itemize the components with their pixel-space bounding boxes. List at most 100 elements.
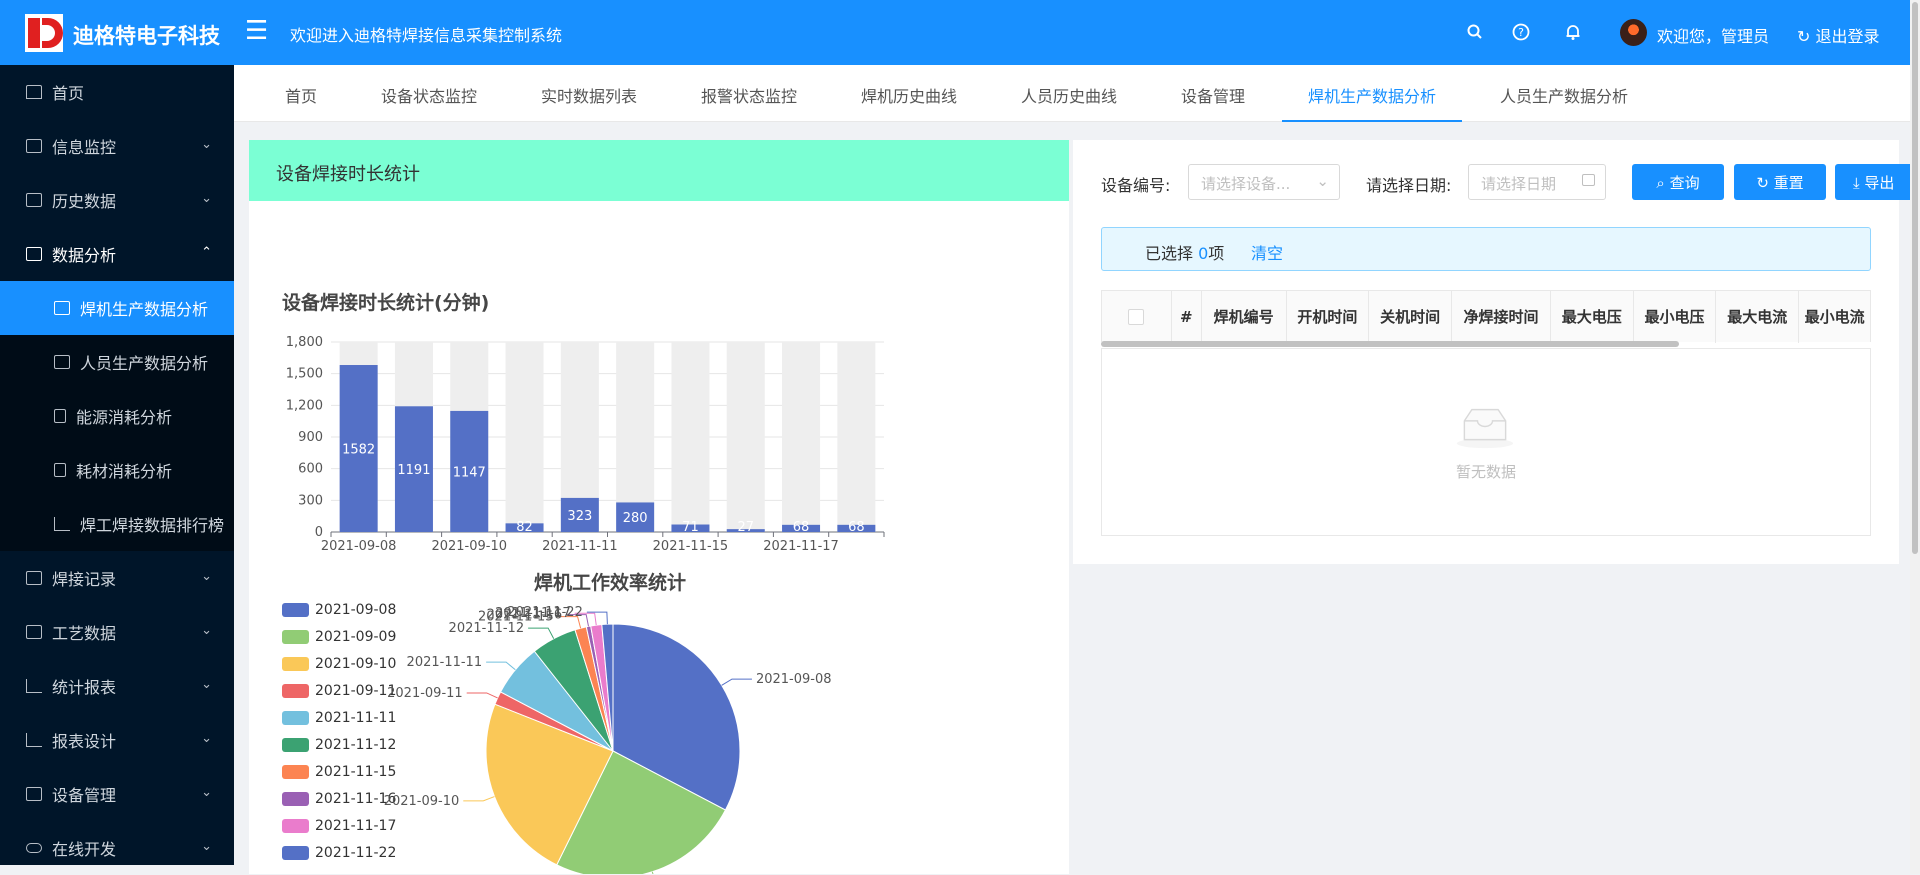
date-placeholder: 请选择日期 — [1481, 175, 1557, 193]
legend-swatch — [282, 765, 309, 779]
menu-fold-icon[interactable]: ☰ — [245, 16, 268, 46]
column-header[interactable]: 关机时间 — [1369, 291, 1453, 343]
info-icon — [1114, 241, 1128, 255]
legend-swatch — [282, 819, 309, 833]
table-horizontal-scrollbar[interactable] — [1101, 341, 1679, 347]
tab-welder-history[interactable]: 焊机历史曲线 — [861, 83, 957, 107]
sidebar-item-label: 能源消耗分析 — [76, 408, 173, 427]
sidebar-item-report-design[interactable]: 报表设计 ⌄ — [0, 713, 234, 767]
help-icon[interactable]: ? — [1509, 20, 1533, 44]
chart-icon — [26, 247, 42, 261]
bar-chart-icon — [54, 517, 70, 531]
sidebar-item-online-dev[interactable]: 在线开发 ⌄ — [0, 821, 234, 875]
logout-button[interactable]: ↻ 退出登录 — [1797, 23, 1880, 47]
clear-selection-link[interactable]: 清空 — [1251, 240, 1283, 264]
sidebar-item-consumables[interactable]: 耗材消耗分析 — [0, 443, 234, 497]
legend-swatch — [282, 846, 309, 860]
bar-value-label: 1147 — [453, 465, 486, 480]
sidebar-item-energy[interactable]: 能源消耗分析 — [0, 389, 234, 443]
avatar[interactable] — [1620, 19, 1647, 46]
pie-chart-title: 焊机工作效率统计 — [534, 571, 686, 594]
legend-label: 2021-09-09 — [315, 629, 396, 645]
chevron-down-icon: ⌄ — [201, 677, 212, 692]
column-header[interactable]: 最小电流 — [1799, 291, 1870, 343]
tab-personnel-history[interactable]: 人员历史曲线 — [1021, 83, 1117, 107]
bar-chart-title: 设备焊接时长统计(分钟) — [282, 291, 489, 314]
home-icon — [26, 85, 42, 99]
select-all-cell — [1102, 291, 1172, 343]
tab-device-manage[interactable]: 设备管理 — [1181, 83, 1245, 107]
sidebar-item-label: 焊接记录 — [52, 570, 117, 589]
page-scrollbar-thumb[interactable] — [1912, 2, 1918, 554]
sidebar-item-info-monitor[interactable]: 信息监控 ⌄ — [0, 119, 234, 173]
sidebar-item-history-data[interactable]: 历史数据 ⌄ — [0, 173, 234, 227]
search-icon: ⌕ — [1656, 174, 1670, 192]
column-header[interactable]: 最大电流 — [1716, 291, 1800, 343]
tab-personnel-production[interactable]: 人员生产数据分析 — [1500, 83, 1628, 107]
bar-background — [782, 342, 821, 532]
legend-label: 2021-09-10 — [315, 656, 396, 672]
select-all-checkbox[interactable] — [1128, 309, 1144, 325]
sidebar-item-statistics[interactable]: 统计报表 ⌄ — [0, 659, 234, 713]
sidebar-item-label: 历史数据 — [52, 192, 117, 211]
sidebar-item-label: 设备管理 — [52, 786, 117, 805]
export-label: 导出 — [1864, 174, 1895, 192]
device-label: 设备编号: — [1101, 176, 1171, 195]
user-greeting[interactable]: 欢迎您，管理员 — [1657, 23, 1769, 47]
sidebar-item-welder-production[interactable]: 焊机生产数据分析 — [0, 281, 234, 335]
column-header[interactable]: 净焊接时间 — [1452, 291, 1551, 343]
bar-background — [837, 342, 876, 532]
tab-welder-production[interactable]: 焊机生产数据分析 — [1308, 83, 1436, 107]
column-header[interactable]: 最小电压 — [1634, 291, 1717, 343]
chevron-down-icon: ⌄ — [201, 785, 212, 800]
bar-value-label: 1582 — [342, 443, 375, 458]
bell-icon[interactable] — [1561, 20, 1585, 44]
y-tick-label: 0 — [315, 525, 323, 540]
device-select[interactable]: 请选择设备... ⌄ — [1188, 164, 1340, 200]
column-header[interactable]: 最大电压 — [1551, 291, 1634, 343]
reset-button[interactable]: ↻ 重置 — [1734, 164, 1826, 200]
sidebar-item-label: 数据分析 — [52, 246, 117, 265]
sidebar-item-label: 耗材消耗分析 — [76, 462, 173, 481]
export-button[interactable]: ⤓ 导出 — [1835, 164, 1910, 200]
pie-slice-label: 2021-11-22 — [507, 605, 583, 620]
y-tick-label: 1,500 — [286, 367, 323, 382]
sidebar-item-label: 统计报表 — [52, 678, 117, 697]
pie-label-line — [463, 796, 495, 802]
bar-value-label: 71 — [682, 520, 699, 535]
date-picker[interactable]: 请选择日期 — [1468, 164, 1606, 200]
search-icon[interactable] — [1463, 20, 1487, 44]
logout-icon: ↻ — [1797, 27, 1816, 46]
legend-swatch — [282, 711, 309, 725]
pie-slice-label: 2021-11-11 — [407, 655, 483, 670]
page-tabs: 首页 设备状态监控 实时数据列表 报警状态监控 焊机历史曲线 人员历史曲线 设备… — [234, 65, 1910, 122]
tab-home[interactable]: 首页 — [285, 83, 317, 107]
sidebar-item-weld-records[interactable]: 焊接记录 ⌄ — [0, 551, 234, 605]
duration-stats-card: 设备焊接时长统计 设备焊接时长统计(分钟) 0 300 600 900 1,200 1,5… — [249, 140, 1069, 874]
sidebar-item-welder-ranking[interactable]: 焊工焊接数据排行榜 — [0, 497, 234, 551]
sidebar-item-process-data[interactable]: 工艺数据 ⌄ — [0, 605, 234, 659]
tab-realtime-list[interactable]: 实时数据列表 — [541, 83, 637, 107]
tab-alarm-monitor[interactable]: 报警状态监控 — [701, 83, 797, 107]
empty-text: 暂无数据 — [1455, 463, 1516, 481]
page-scrollbar[interactable] — [1910, 0, 1920, 874]
pie-slice-label: 2021-09-10 — [384, 794, 460, 809]
sidebar-item-label: 报表设计 — [52, 732, 117, 751]
x-tick-label: 2021-11-17 — [763, 539, 839, 554]
legend-label: 2021-11-12 — [315, 737, 396, 753]
legend-label: 2021-09-11 — [315, 683, 396, 699]
legend-swatch — [282, 657, 309, 671]
legend-swatch — [282, 792, 309, 806]
sidebar-item-home[interactable]: 首页 — [0, 65, 234, 119]
y-tick-label: 900 — [298, 430, 323, 445]
query-button[interactable]: ⌕ 查询 — [1632, 164, 1724, 200]
tab-device-status[interactable]: 设备状态监控 — [381, 83, 477, 107]
column-header[interactable]: 开机时间 — [1287, 291, 1370, 343]
sidebar-item-personnel-production[interactable]: 人员生产数据分析 — [0, 335, 234, 389]
y-tick-label: 600 — [298, 462, 323, 477]
calendar-icon — [1582, 174, 1595, 186]
sidebar-item-data-analysis[interactable]: 数据分析 ⌃ — [0, 227, 234, 281]
column-header[interactable]: 焊机编号 — [1202, 291, 1287, 343]
sidebar-item-device-manage[interactable]: 设备管理 ⌄ — [0, 767, 234, 821]
legend-swatch — [282, 738, 309, 752]
